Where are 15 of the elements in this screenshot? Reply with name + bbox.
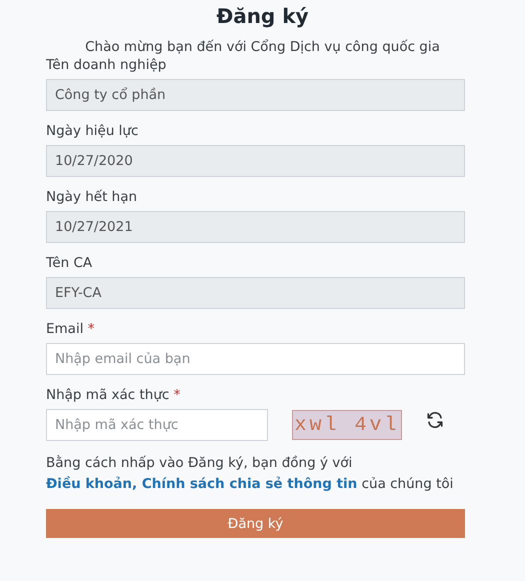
field-label: Nhập mã xác thực * — [46, 387, 182, 403]
captcha-field[interactable]: Nhập mã xác thực — [46, 409, 268, 441]
field-label: Tên CA — [46, 255, 94, 271]
input-field[interactable]: Nhập email của bạn — [46, 343, 465, 375]
terms-link[interactable]: Điều khoản, Chính sách chia sẻ thông tin — [46, 476, 358, 492]
field-label: Ngày hiệu lực — [46, 123, 140, 139]
welcome-text: Chào mừng bạn đến với Cổng Dịch vụ công quốc gia — [85, 39, 440, 55]
field-label: Tên doanh nghiệp — [46, 57, 168, 73]
terms-text: Bằng cách nhấp vào Đăng ký, bạn đồng ý với Điều khoản, Chính sách chia sẻ thông tin của chúng tôi — [46, 454, 454, 494]
captcha-image: xwl 4vl — [292, 410, 402, 440]
field-label: Email * — [46, 321, 96, 337]
register-button[interactable]: Đăng ký — [46, 509, 465, 538]
field-label: Ngày hết hạn — [46, 189, 138, 205]
page-title: Đăng ký — [216, 4, 309, 28]
refresh-icon[interactable] — [426, 411, 444, 429]
